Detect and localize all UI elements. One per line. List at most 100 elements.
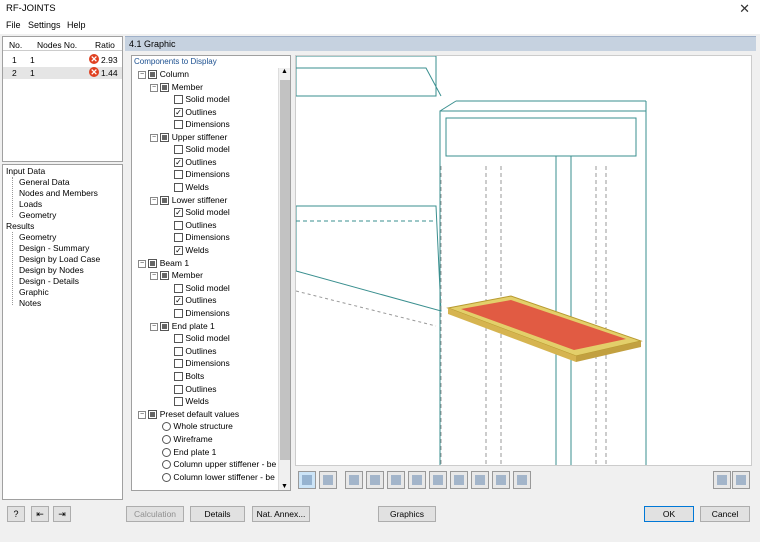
view-neg-y-icon[interactable] — [408, 471, 426, 489]
cancel-button[interactable]: Cancel — [700, 506, 750, 522]
scroll-up-icon[interactable]: ▲ — [281, 68, 288, 75]
nav-nodes-members[interactable]: Nodes and Members — [19, 188, 98, 198]
view-3d-icon[interactable] — [471, 471, 489, 489]
ok-button[interactable]: OK — [644, 506, 694, 522]
col-nodes-header[interactable]: Nodes No. — [37, 40, 77, 50]
scroll-thumb[interactable] — [280, 80, 290, 460]
nodes-table: No. Nodes No. Ratio 1 1 ✕ 2.93 2 1 ✕ 1.4… — [2, 36, 123, 162]
tree-upper-dimensions[interactable]: Dimensions — [174, 168, 230, 180]
help-icon[interactable]: ? — [7, 506, 25, 522]
tree-ep-outlines[interactable]: Outlines — [174, 345, 217, 357]
menu-help[interactable]: Help — [67, 20, 86, 30]
graphic-toolbar — [295, 471, 752, 493]
error-icon: ✕ — [89, 54, 99, 64]
nav-input-data[interactable]: Input Data — [6, 166, 45, 176]
row-no: 2 — [12, 68, 17, 78]
col-ratio-header[interactable]: Ratio — [95, 40, 115, 50]
view-iso-icon[interactable] — [450, 471, 468, 489]
tree-lower-welds[interactable]: ✓ Welds — [174, 244, 209, 256]
preset-col-lower[interactable]: Column lower stiffener - be — [162, 471, 275, 483]
nav-geometry-input[interactable]: Geometry — [19, 210, 56, 220]
nav-results[interactable]: Results — [6, 221, 34, 231]
scroll-down-icon[interactable]: ▼ — [281, 483, 288, 490]
tree-beam-dimensions[interactable]: Dimensions — [174, 307, 230, 319]
bottom-bar: ? ⇤ ⇥ Calculation Details Nat. Annex... … — [0, 503, 760, 542]
tree-col-member-outlines[interactable]: ✓ Outlines — [174, 106, 217, 118]
nav-graphic[interactable]: Graphic — [19, 287, 49, 297]
details-button[interactable]: Details — [190, 506, 245, 522]
joint-3d-model — [296, 56, 647, 465]
tree-col-member-dimensions[interactable]: Dimensions — [174, 118, 230, 130]
tree-ep-dimensions[interactable]: Dimensions — [174, 357, 230, 369]
tree-upper-welds[interactable]: Welds — [174, 181, 209, 193]
tree-ep-solid[interactable]: Solid model — [174, 332, 230, 344]
view-y-icon[interactable] — [387, 471, 405, 489]
nav-design-details[interactable]: Design - Details — [19, 276, 79, 286]
import-icon[interactable]: ⇥ — [53, 506, 71, 522]
tree-col-member-solid[interactable]: Solid model — [174, 93, 230, 105]
components-panel: Components to Display − Column − Member … — [131, 55, 291, 491]
tree-beam-outlines[interactable]: ✓ Outlines — [174, 294, 217, 306]
view-mode-icon[interactable] — [298, 471, 316, 489]
preset-whole[interactable]: Whole structure — [162, 420, 233, 432]
table-row[interactable]: 1 1 ✕ 2.93 — [3, 54, 122, 66]
row-ratio: 1.44 — [101, 68, 118, 78]
close-icon[interactable]: ✕ — [739, 1, 750, 17]
error-icon: ✕ — [89, 67, 99, 77]
tree-upper-outlines[interactable]: ✓ Outlines — [174, 156, 217, 168]
nav-notes[interactable]: Notes — [19, 298, 41, 308]
tree-upper-solid[interactable]: Solid model — [174, 143, 230, 155]
col-no-header[interactable]: No. — [9, 40, 22, 50]
panel-title: 4.1 Graphic — [129, 39, 176, 49]
tree-ep-welds[interactable]: Welds — [174, 395, 209, 407]
tree-ep-bolts[interactable]: Bolts — [174, 370, 204, 382]
row-nodes: 1 — [30, 55, 35, 65]
nat-annex-button[interactable]: Nat. Annex... — [252, 506, 310, 522]
view-x-icon[interactable] — [345, 471, 363, 489]
export-icon[interactable]: ⇤ — [31, 506, 49, 522]
row-nodes: 1 — [30, 68, 35, 78]
tree-lower-solid[interactable]: ✓ Solid model — [174, 206, 230, 218]
preset-col-upper[interactable]: Column upper stiffener - be — [162, 458, 276, 470]
print-icon[interactable] — [732, 471, 750, 489]
menu-file[interactable]: File — [6, 20, 21, 30]
transparency-icon[interactable] — [513, 471, 531, 489]
nav-general-data[interactable]: General Data — [19, 177, 70, 187]
menu-settings[interactable]: Settings — [28, 20, 61, 30]
tree-beam-member[interactable]: − Member — [150, 269, 203, 281]
calculation-button[interactable]: Calculation — [126, 506, 184, 522]
components-caption: Components to Display — [134, 57, 217, 66]
view-z-icon[interactable] — [429, 471, 447, 489]
nav-geometry-result[interactable]: Geometry — [19, 232, 56, 242]
dxf-export-icon[interactable] — [713, 471, 731, 489]
tree-preset[interactable]: − Preset default values — [138, 408, 239, 420]
zoom-icon[interactable] — [492, 471, 510, 489]
tree-column[interactable]: − Column — [138, 68, 189, 80]
tree-upper-stiffener[interactable]: − Upper stiffener — [150, 131, 227, 143]
preset-wireframe[interactable]: Wireframe — [162, 433, 213, 445]
table-header: No. Nodes No. Ratio — [3, 37, 122, 51]
tree-end-plate[interactable]: − End plate 1 — [150, 320, 215, 332]
tree-lower-outlines[interactable]: Outlines — [174, 219, 217, 231]
tree-lower-stiffener[interactable]: − Lower stiffener — [150, 194, 227, 206]
navigator: Input Data General Data Nodes and Member… — [2, 164, 123, 500]
tree-beam-solid[interactable]: Solid model — [174, 282, 230, 294]
graphic-viewport[interactable] — [295, 55, 752, 466]
nav-loads[interactable]: Loads — [19, 199, 42, 209]
nav-design-nodes[interactable]: Design by Nodes — [19, 265, 84, 275]
title-bar: RF-JOINTS ✕ — [0, 0, 760, 18]
tree-lower-dimensions[interactable]: Dimensions — [174, 231, 230, 243]
components-tree: − Column − Member Solid model ✓ Outlines… — [134, 68, 278, 490]
tree-ep-bolt-outlines[interactable]: Outlines — [174, 383, 217, 395]
view-neg-x-icon[interactable] — [366, 471, 384, 489]
table-row[interactable]: 2 1 ✕ 1.44 — [3, 67, 122, 79]
tree-column-member[interactable]: − Member — [150, 81, 203, 93]
render-mode-icon[interactable] — [319, 471, 337, 489]
graphics-button[interactable]: Graphics — [378, 506, 436, 522]
nav-design-summary[interactable]: Design - Summary — [19, 243, 89, 253]
window-title: RF-JOINTS — [6, 3, 56, 14]
tree-scrollbar[interactable]: ▲ ▼ — [278, 68, 290, 490]
nav-design-load-case[interactable]: Design by Load Case — [19, 254, 100, 264]
preset-end-plate[interactable]: End plate 1 — [162, 446, 216, 458]
tree-beam1[interactable]: − Beam 1 — [138, 257, 189, 269]
